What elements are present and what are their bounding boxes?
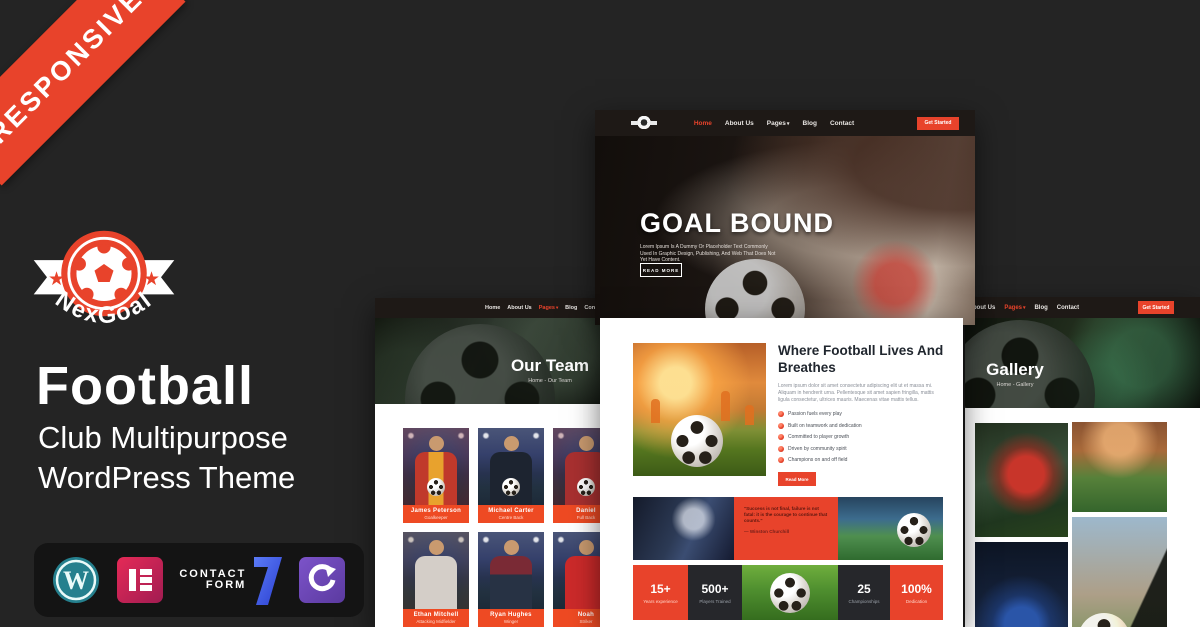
nav-about[interactable]: About Us xyxy=(507,305,531,311)
responsive-ribbon: RESPONSIVE xyxy=(0,0,186,186)
hero-image: GOAL BOUND Lorem Ipsum Is A Dummy Or Pla… xyxy=(595,136,975,325)
team-navbar: Home About Us Pages▾ Blog Contact xyxy=(375,298,605,318)
read-more-button[interactable]: Read More xyxy=(778,472,816,486)
screenshot-gallery-page: Home About Us Pages▾ Blog Contact Get St… xyxy=(965,297,1200,627)
contact-form-7-icon: CONTACT FORM xyxy=(179,555,282,605)
gallery-image-player-back[interactable] xyxy=(975,542,1068,627)
stadium-image xyxy=(838,497,943,560)
theme-subtitle-2: WordPress Theme xyxy=(38,460,295,496)
nav-home[interactable]: Home xyxy=(485,305,500,311)
list-item: Champions on and off field xyxy=(778,457,944,463)
stat-years: 15+Years experience xyxy=(633,565,688,620)
player-card[interactable]: Michael CarterCentre Back xyxy=(478,428,544,523)
screenshot-about-section: Where Football Lives And Breathes Lorem … xyxy=(600,318,963,627)
team-grid: James PetersonGoalkeeper Michael CarterC… xyxy=(375,404,605,627)
nexgoal-logo: ★ ★ NexGoal xyxy=(28,218,180,346)
ball-bullet-icon xyxy=(778,411,784,417)
screenshot-team-page: Home About Us Pages▾ Blog Contact Our Te… xyxy=(375,298,605,627)
elementor-icon xyxy=(116,556,164,604)
gallery-page-header: Gallery Home - Gallery xyxy=(965,318,1200,408)
theme-title: Football xyxy=(36,355,254,417)
player-photo xyxy=(553,428,605,505)
stats-section: "Success is not final, failure is not fa… xyxy=(633,497,943,620)
player-card[interactable]: Ethan MitchellAttacking Midfielder xyxy=(403,532,469,627)
ball-bullet-icon xyxy=(778,457,784,463)
chevron-down-icon: ▾ xyxy=(787,121,790,127)
hero-paragraph: Lorem Ipsum Is A Dummy Or Placeholder Te… xyxy=(640,244,778,264)
ball-bullet-icon xyxy=(778,423,784,429)
nav-pages[interactable]: Pages▾ xyxy=(767,120,790,127)
chevron-down-icon: ▾ xyxy=(556,305,558,310)
player-photo xyxy=(403,532,469,609)
quote-card: "Success is not final, failure is not fa… xyxy=(734,497,838,560)
list-item: Driven by community spirit xyxy=(778,446,944,452)
about-image xyxy=(633,343,766,476)
stat-players: 500+Players Trained xyxy=(688,565,742,620)
soccer-ball-image xyxy=(671,415,723,467)
read-more-button[interactable]: READ MORE xyxy=(640,263,682,277)
nav-home[interactable]: Home xyxy=(694,120,712,127)
get-started-button[interactable]: Get Started xyxy=(1138,301,1174,314)
stat-championships: 25Championships xyxy=(838,565,890,620)
player-card[interactable]: James PetersonGoalkeeper xyxy=(403,428,469,523)
gallery-grid xyxy=(965,408,1200,627)
nav-pages[interactable]: Pages▾ xyxy=(539,305,558,311)
player-card[interactable]: Ryan HughesWinger xyxy=(478,532,544,627)
about-heading: Where Football Lives And Breathes xyxy=(778,343,944,376)
soccer-ball-image xyxy=(705,259,805,325)
team-page-title: Our Team xyxy=(485,356,605,376)
player-photo xyxy=(403,428,469,505)
grass-ball-image xyxy=(742,565,838,620)
site-logo-icon[interactable] xyxy=(631,116,657,129)
list-item: Built on teamwork and dedication xyxy=(778,423,944,429)
gallery-image-match[interactable] xyxy=(1072,422,1167,512)
player-photo xyxy=(478,428,544,505)
chevron-down-icon: ▾ xyxy=(1023,306,1025,311)
wordpress-icon: W xyxy=(52,556,100,604)
player-photo xyxy=(478,532,544,609)
breadcrumb: Home - Our Team xyxy=(485,378,605,384)
nav-contact[interactable]: Contact xyxy=(830,120,854,127)
about-feature-list: Passion fuels every play Built on teamwo… xyxy=(778,411,944,463)
player-card[interactable]: NoahStriker xyxy=(553,532,605,627)
redux-icon xyxy=(298,556,346,604)
gallery-image-goalkeeper[interactable] xyxy=(975,423,1068,537)
nav-pages[interactable]: Pages▾ xyxy=(1004,305,1025,311)
hero-navbar: Home About Us Pages▾ Blog Contact Get St… xyxy=(595,110,975,136)
player-card[interactable]: DanielFull Back xyxy=(553,428,605,523)
about-paragraph: Lorem ipsum dolor sit amet consectetur a… xyxy=(778,383,944,404)
get-started-button[interactable]: Get Started xyxy=(917,117,959,130)
nav-contact[interactable]: Contact xyxy=(1057,305,1079,311)
sprinting-player-image xyxy=(633,497,734,560)
nav-blog[interactable]: Blog xyxy=(1034,305,1047,311)
ball-bullet-icon xyxy=(778,446,784,452)
ball-bullet-icon xyxy=(778,434,784,440)
gallery-image-ball-closeup[interactable] xyxy=(1072,517,1167,627)
gallery-page-title: Gallery xyxy=(975,360,1055,380)
stat-dedication: 100%Dedication xyxy=(890,565,943,620)
breadcrumb: Home - Gallery xyxy=(975,382,1055,388)
tech-badges-bar: W CONTACT FORM xyxy=(34,543,364,617)
nav-blog[interactable]: Blog xyxy=(565,305,577,311)
gallery-navbar: Home About Us Pages▾ Blog Contact Get St… xyxy=(965,297,1200,318)
svg-text:W: W xyxy=(63,566,89,595)
theme-subtitle-1: Club Multipurpose xyxy=(38,420,288,456)
list-item: Passion fuels every play xyxy=(778,411,944,417)
player-photo xyxy=(553,532,605,609)
hero-title: GOAL BOUND xyxy=(640,208,834,239)
list-item: Committed to player growth xyxy=(778,434,944,440)
team-page-header: Our Team Home - Our Team xyxy=(375,318,605,404)
nav-blog[interactable]: Blog xyxy=(803,120,817,127)
nav-about[interactable]: About Us xyxy=(725,120,754,127)
screenshot-home-page: Home About Us Pages▾ Blog Contact Get St… xyxy=(595,110,975,325)
